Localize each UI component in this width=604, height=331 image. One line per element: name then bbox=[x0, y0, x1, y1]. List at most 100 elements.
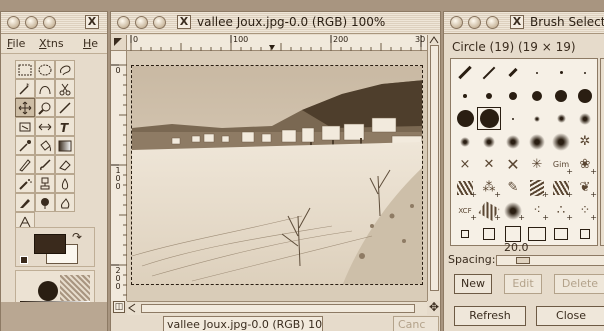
brush-fuzzy-17[interactable] bbox=[549, 130, 573, 153]
eraser-icon[interactable] bbox=[55, 155, 75, 174]
brush-line-3[interactable] bbox=[501, 61, 525, 84]
rect-select-icon[interactable] bbox=[15, 60, 35, 79]
ellipse-select-icon[interactable] bbox=[35, 60, 55, 79]
text-icon[interactable]: T bbox=[55, 117, 75, 136]
brush-circle-11[interactable] bbox=[549, 84, 573, 107]
delete-brush-button[interactable]: Delete bbox=[554, 274, 604, 294]
brush-circle-5[interactable] bbox=[477, 84, 501, 107]
magnify-icon[interactable] bbox=[35, 98, 55, 117]
edit-brush-button[interactable]: Edit bbox=[504, 274, 542, 294]
menu-help[interactable]: He bbox=[83, 37, 98, 50]
default-colors-icon[interactable] bbox=[20, 256, 28, 264]
spacing-slider[interactable] bbox=[496, 255, 604, 266]
brush-fuzzy-15[interactable] bbox=[525, 130, 549, 153]
navigate-icon[interactable]: ✥ bbox=[427, 301, 440, 315]
horizontal-scrollbar[interactable] bbox=[127, 301, 427, 315]
brush-texture-1[interactable]: + bbox=[453, 176, 477, 199]
brush-square-2[interactable] bbox=[477, 222, 501, 245]
brush-circle-3[interactable] bbox=[453, 84, 477, 107]
brush-texture-7[interactable]: ∴ + bbox=[549, 199, 573, 222]
close-icon[interactable] bbox=[450, 16, 463, 29]
quickmask-toggle-icon[interactable]: ◫ bbox=[113, 301, 125, 313]
brush-dot-1[interactable] bbox=[525, 61, 549, 84]
brush-pepper[interactable]: ❦ + bbox=[573, 176, 597, 199]
brush-grid-scrollbar[interactable] bbox=[600, 58, 604, 246]
swap-colors-icon[interactable]: ↷ bbox=[72, 230, 82, 244]
move-icon[interactable] bbox=[15, 98, 35, 117]
brush-fuzzy-11[interactable] bbox=[477, 130, 501, 153]
active-brush-preview[interactable] bbox=[38, 281, 58, 301]
close-icon[interactable] bbox=[7, 16, 20, 29]
brush-cross-3[interactable]: ✕ bbox=[501, 153, 525, 176]
blend-icon[interactable] bbox=[55, 136, 75, 155]
brush-grid[interactable]: ✲ × ✕ ✕ ✳ Gim + ❀ + + ⁂ + ✎ + + ❦ + XCF + + +… bbox=[450, 58, 598, 246]
close-button[interactable]: Close bbox=[536, 306, 604, 326]
scissors-icon[interactable] bbox=[55, 79, 75, 98]
foreground-color-swatch[interactable] bbox=[34, 234, 66, 254]
brush-circle-9[interactable] bbox=[525, 84, 549, 107]
brush-texture-2[interactable]: ⁂ + bbox=[477, 176, 502, 199]
airbrush-icon[interactable] bbox=[15, 174, 35, 193]
brush-fuzzy-9[interactable] bbox=[453, 130, 477, 153]
brush-circle-17[interactable] bbox=[453, 107, 477, 130]
brush-script[interactable]: Gim + bbox=[549, 153, 573, 176]
crop-icon[interactable] bbox=[55, 98, 75, 117]
smudge-icon[interactable] bbox=[55, 193, 75, 212]
menu-file[interactable]: File bbox=[7, 37, 25, 50]
vertical-scroll-thumb[interactable] bbox=[430, 45, 439, 291]
ink-icon[interactable] bbox=[15, 193, 35, 212]
minimize-icon[interactable] bbox=[135, 16, 148, 29]
zoom-icon[interactable] bbox=[43, 16, 56, 29]
pencil-icon[interactable] bbox=[15, 155, 35, 174]
color-picker-icon[interactable] bbox=[15, 136, 35, 155]
brush-circle-19-selected[interactable] bbox=[477, 107, 501, 130]
snow-landscape-photo[interactable] bbox=[131, 65, 423, 285]
flip-icon[interactable] bbox=[35, 117, 55, 136]
brush-line-2[interactable] bbox=[477, 61, 501, 84]
menu-arrow-icon[interactable] bbox=[111, 35, 127, 51]
minimize-icon[interactable] bbox=[25, 16, 38, 29]
brush-xcf[interactable]: XCF + bbox=[453, 199, 477, 222]
brush-titlebar[interactable]: X Brush Select bbox=[444, 12, 604, 34]
brush-fuzzy-1[interactable] bbox=[501, 107, 525, 130]
spacing-slider-knob[interactable] bbox=[516, 257, 530, 264]
brush-fuzzy-7[interactable] bbox=[573, 107, 597, 130]
horizontal-scroll-thumb[interactable] bbox=[141, 304, 415, 313]
brush-flower[interactable]: ❀ + bbox=[573, 153, 597, 176]
lasso-icon[interactable] bbox=[55, 60, 75, 79]
brush-star[interactable]: ✲ bbox=[573, 130, 597, 153]
brush-fuzzy-3[interactable] bbox=[525, 107, 549, 130]
transform-icon[interactable] bbox=[15, 117, 35, 136]
brush-fuzzy-5[interactable] bbox=[549, 107, 573, 130]
magic-wand-icon[interactable]: * bbox=[15, 79, 35, 98]
bucket-fill-icon[interactable] bbox=[35, 136, 55, 155]
vertical-scrollbar[interactable] bbox=[427, 35, 440, 301]
color-selector[interactable]: ↷ bbox=[15, 227, 95, 267]
brush-texture-8[interactable]: ⁘ + bbox=[573, 199, 597, 222]
cancel-button[interactable]: Canc bbox=[393, 316, 439, 331]
new-brush-button[interactable]: New bbox=[454, 274, 492, 294]
dodge-burn-icon[interactable] bbox=[35, 193, 55, 212]
brush-square-6[interactable] bbox=[573, 222, 597, 245]
zoom-icon[interactable] bbox=[486, 16, 499, 29]
bezier-select-icon[interactable] bbox=[35, 79, 55, 98]
brush-square-4[interactable] bbox=[525, 222, 549, 245]
brush-sparkle[interactable]: ✳ bbox=[525, 153, 549, 176]
minimize-icon[interactable] bbox=[468, 16, 481, 29]
brush-fuzzy-13[interactable] bbox=[501, 130, 525, 153]
brush-pencil[interactable]: ✎ bbox=[501, 176, 525, 199]
menu-xtns[interactable]: Xtns bbox=[39, 37, 64, 50]
brush-dot-2[interactable] bbox=[549, 61, 573, 84]
brush-cross-1[interactable]: × bbox=[453, 153, 477, 176]
toolbox-titlebar[interactable]: X bbox=[1, 12, 107, 34]
convolve-icon[interactable] bbox=[55, 174, 75, 193]
brush-texture-6[interactable]: ⁖ + bbox=[525, 199, 549, 222]
refresh-button[interactable]: Refresh bbox=[454, 306, 526, 326]
image-titlebar[interactable]: X vallee Joux.jpg-0.0 (RGB) 100% bbox=[111, 12, 440, 34]
clone-icon[interactable] bbox=[35, 174, 55, 193]
brush-square-1[interactable] bbox=[453, 222, 477, 245]
brush-texture-4[interactable]: + bbox=[549, 176, 573, 199]
brush-circle-7[interactable] bbox=[501, 84, 525, 107]
brush-square-5[interactable] bbox=[549, 222, 573, 245]
zoom-icon[interactable] bbox=[153, 16, 166, 29]
